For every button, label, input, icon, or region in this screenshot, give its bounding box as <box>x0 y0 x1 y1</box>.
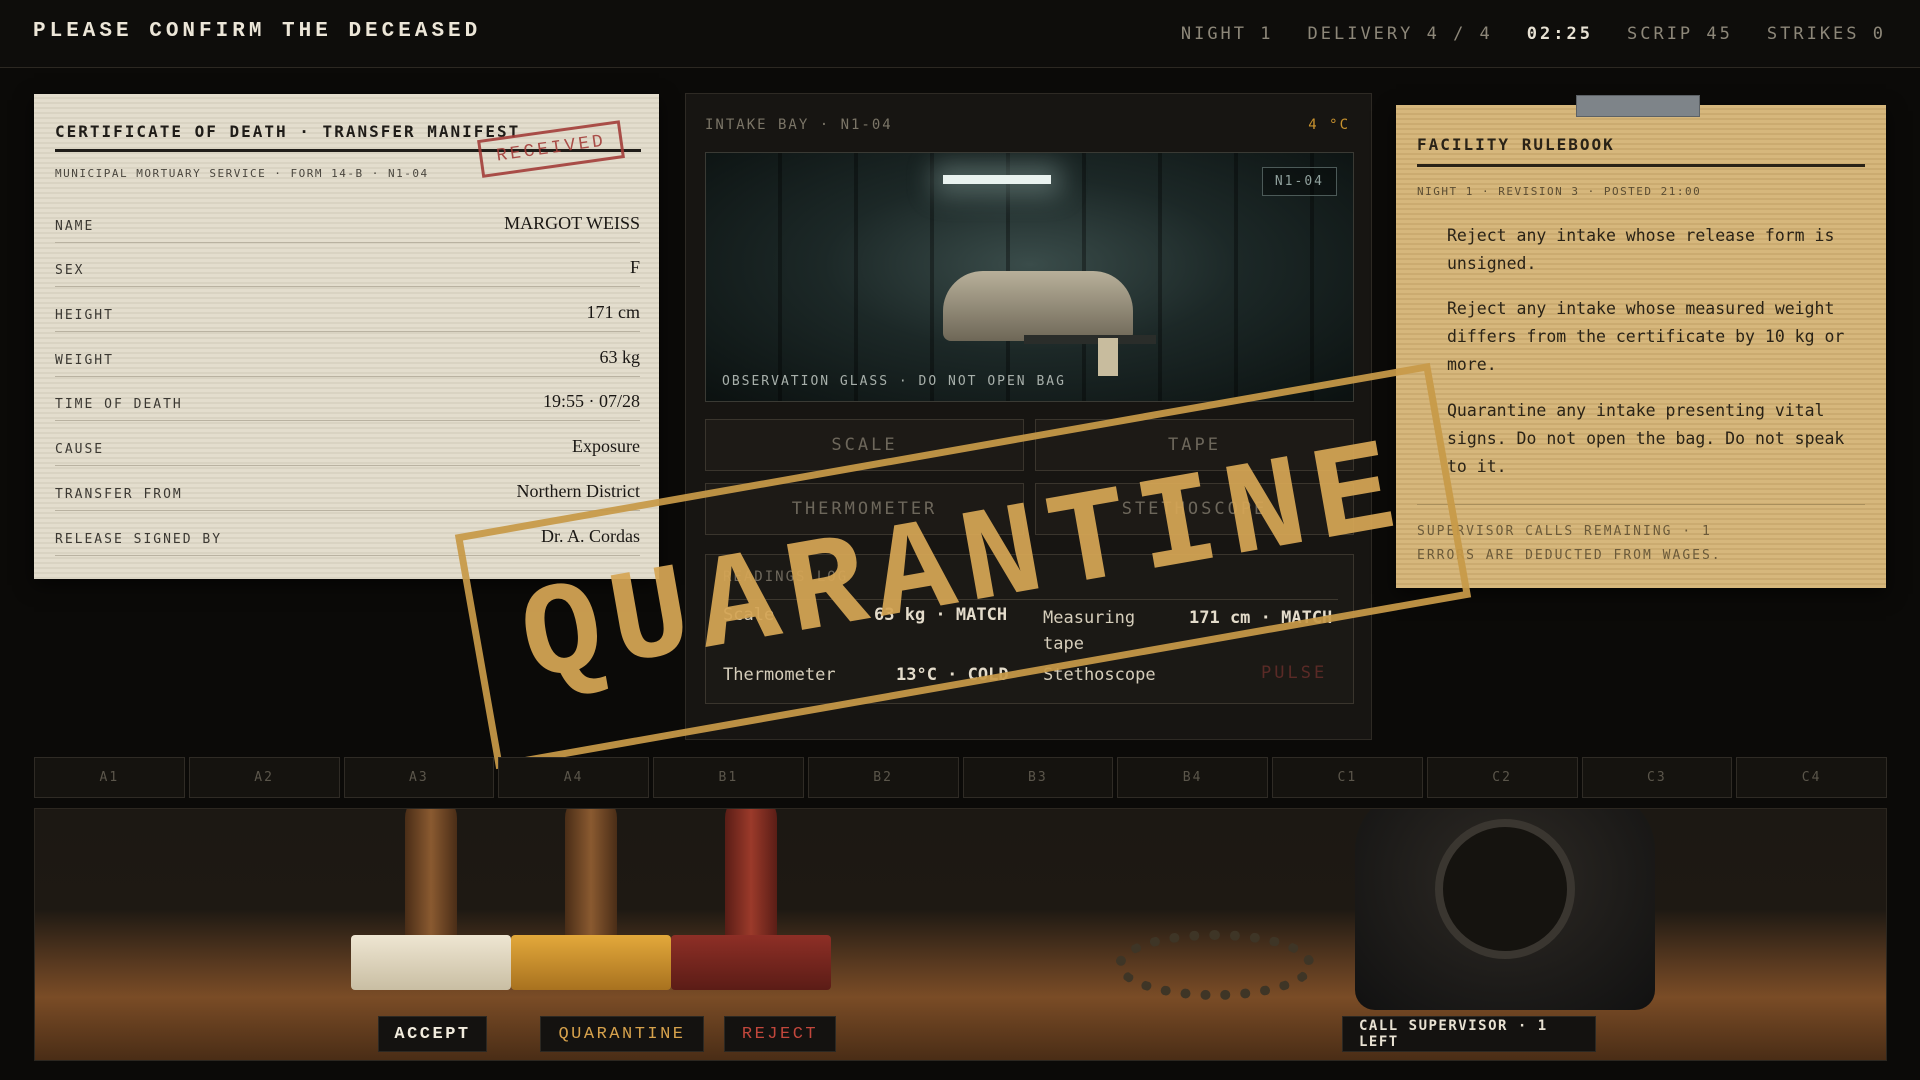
camera-id-badge: N1-04 <box>1261 167 1337 196</box>
clip-icon <box>1576 95 1700 117</box>
field-label: HEIGHT <box>55 308 114 324</box>
night-counter: NIGHT 1 <box>1180 24 1274 44</box>
supervisor-calls-note: SUPERVISOR CALLS REMAINING · 1 <box>1417 524 1712 539</box>
field-value: 19:55 · 07/28 <box>543 391 640 412</box>
ceiling-lamp-icon <box>943 175 1051 184</box>
page-title: PLEASE CONFIRM THE DECEASED <box>33 20 482 43</box>
field-value: MARGOT WEISS <box>504 212 640 233</box>
bay-temperature: 4 °C <box>1308 117 1350 133</box>
death-certificate: CERTIFICATE OF DEATH · TRANSFER MANIFEST… <box>34 94 659 579</box>
field-height: HEIGHT 171 cm <box>55 287 641 333</box>
quarantine-stamp-handle-icon <box>565 809 617 942</box>
field-value: 63 kg <box>599 346 641 367</box>
status-stats: NIGHT 1 DELIVERY 4 / 4 02:25 SCRIP 45 ST… <box>1181 24 1886 44</box>
field-value: 171 cm <box>586 302 641 323</box>
field-value: F <box>629 257 640 278</box>
field-value: Exposure <box>572 436 640 457</box>
rule-item: Reject any intake whose release form is … <box>1447 226 1835 273</box>
field-transfer-from: TRANSFER FROM Northern District <box>55 466 640 511</box>
field-label: TIME OF DEATH <box>55 397 183 413</box>
scrip-counter: SCRIP 45 <box>1626 24 1733 44</box>
clock-readout: 02:25 <box>1526 24 1593 44</box>
slot-b4[interactable]: B4 <box>1117 757 1268 798</box>
slot-c3[interactable]: C3 <box>1581 757 1733 798</box>
gurney <box>1024 335 1156 344</box>
rule-item: Reject any intake whose measured weight … <box>1447 299 1845 374</box>
slot-a2[interactable]: A2 <box>188 757 340 798</box>
field-time-of-death: TIME OF DEATH 19:55 · 07/28 <box>55 377 640 422</box>
rulebook-title: FACILITY RULEBOOK <box>1417 135 1865 167</box>
divider <box>1417 504 1865 505</box>
rule-item: Quarantine any intake presenting vital s… <box>1447 401 1845 476</box>
strikes-counter: STRIKES 0 <box>1766 24 1886 44</box>
reject-stamp-handle-icon <box>725 809 777 942</box>
certificate-subtitle: MUNICIPAL MORTUARY SERVICE · FORM 14-B ·… <box>55 167 429 180</box>
field-label: SEX <box>55 263 85 279</box>
toe-tag-icon <box>1098 338 1118 376</box>
field-label: RELEASE SIGNED BY <box>55 531 223 547</box>
field-label: NAME <box>55 218 95 234</box>
field-weight: WEIGHT 63 kg <box>55 332 640 377</box>
accept-stamp-handle-icon <box>405 809 457 942</box>
field-label: CAUSE <box>55 442 105 458</box>
slot-c1[interactable]: C1 <box>1272 757 1423 798</box>
slot-b3[interactable]: B3 <box>962 757 1114 798</box>
delivery-counter: DELIVERY 4 / 4 <box>1307 24 1493 44</box>
field-value: Northern District <box>516 480 640 501</box>
field-cause: CAUSE Exposure <box>55 421 640 467</box>
slot-c4[interactable]: C4 <box>1736 757 1887 798</box>
rulebook-subtitle: NIGHT 1 · REVISION 3 · POSTED 21:00 <box>1417 185 1702 198</box>
storage-slots: A1 A2 A3 A4 B1 B2 B3 B4 C1 C2 C3 C4 <box>34 757 1887 798</box>
slot-a1[interactable]: A1 <box>34 757 185 798</box>
field-label: WEIGHT <box>55 352 114 368</box>
accept-button[interactable]: ACCEPT <box>378 1016 487 1052</box>
quarantine-button[interactable]: QUARANTINE <box>540 1016 704 1052</box>
facility-rulebook: FACILITY RULEBOOK NIGHT 1 · REVISION 3 ·… <box>1396 95 1886 588</box>
certificate-fields: NAME MARGOT WEISS SEX F HEIGHT 171 cm WE… <box>55 198 640 556</box>
slot-a3[interactable]: A3 <box>343 757 495 798</box>
field-label: TRANSFER FROM <box>55 486 183 502</box>
body-bag <box>943 271 1133 341</box>
top-bar: PLEASE CONFIRM THE DECEASED NIGHT 1 DELI… <box>0 0 1920 68</box>
field-sex: SEX F <box>55 243 640 288</box>
quarantine-stamp-icon[interactable] <box>511 935 671 990</box>
glass-warning: OBSERVATION GLASS · DO NOT OPEN BAG <box>722 374 1066 389</box>
slot-b1[interactable]: B1 <box>653 757 804 798</box>
rotary-dial-icon <box>1435 819 1575 959</box>
desk-scene <box>34 808 1887 1061</box>
slot-c2[interactable]: C2 <box>1426 757 1578 798</box>
field-name: NAME MARGOT WEISS <box>55 198 640 243</box>
observation-window: N1-04 OBSERVATION GLASS · DO NOT OPEN BA… <box>705 152 1354 402</box>
reject-button[interactable]: REJECT <box>724 1016 836 1052</box>
accept-stamp-icon[interactable] <box>351 935 511 990</box>
phone-cord-icon <box>1115 930 1315 1000</box>
bay-title: INTAKE BAY · N1-04 <box>705 117 893 133</box>
log-result: PULSE <box>1261 663 1328 683</box>
slot-b2[interactable]: B2 <box>807 757 959 798</box>
call-supervisor-button[interactable]: CALL SUPERVISOR · 1 LEFT <box>1342 1016 1596 1052</box>
reject-stamp-icon[interactable] <box>671 935 831 990</box>
slot-a4[interactable]: A4 <box>498 757 649 798</box>
